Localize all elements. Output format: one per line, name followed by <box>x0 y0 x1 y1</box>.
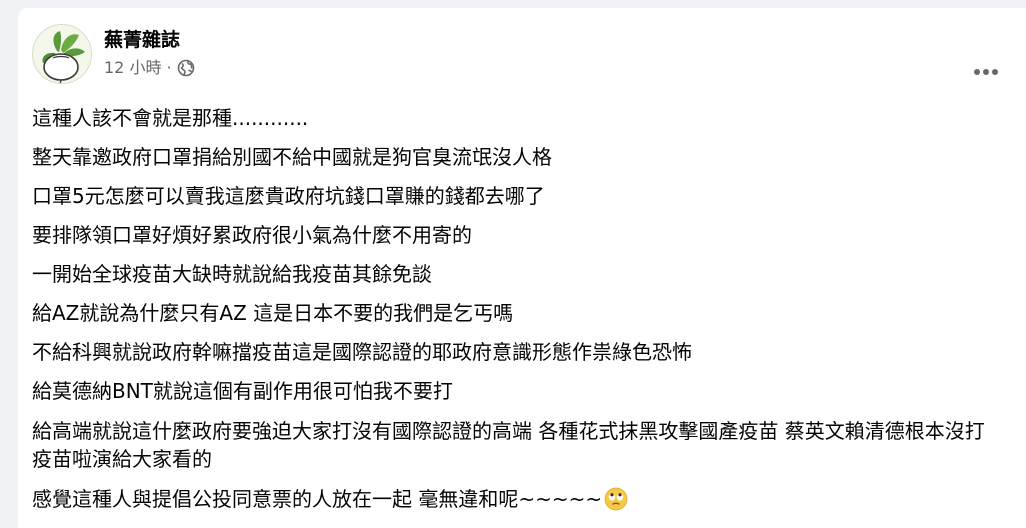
post-line: 口罩5元怎麼可以賣我這麼貴政府坑錢口罩賺的錢都去哪了 <box>32 184 545 208</box>
meta-separator: · <box>166 58 172 77</box>
post-line: 給高端就說這什麼政府要強迫大家打沒有國際認證的高端 各種花式抹黑攻擊國產疫苗 蔡… <box>32 419 985 471</box>
more-options-icon[interactable] <box>968 54 1004 90</box>
globe-icon[interactable] <box>177 59 195 77</box>
post-card: 蕪菁雜誌 12 小時 · 這種人該不會就是那種............ 整天靠邀… <box>18 8 1026 528</box>
post-line: 不給科興就說政府幹嘛擋疫苗這是國際認證的耶政府意識形態作祟綠色恐怖 <box>32 340 692 364</box>
post-header: 蕪菁雜誌 12 小時 · <box>32 24 1026 86</box>
eye-roll-emoji-icon <box>604 487 628 511</box>
page-avatar[interactable] <box>32 24 92 84</box>
post-line-last: 感覺這種人與提倡公投同意票的人放在一起 毫無違和呢~~~~~ <box>32 486 1002 512</box>
turnip-logo-icon <box>33 25 91 83</box>
post-line: 給AZ就說為什麼只有AZ 這是日本不要的我們是乞丐嗎 <box>32 301 514 325</box>
post-line-text: 感覺這種人與提倡公投同意票的人放在一起 毫無違和呢~~~~~ <box>32 487 603 511</box>
author-name[interactable]: 蕪菁雜誌 <box>104 28 180 52</box>
post-line: 一開始全球疫苗大缺時就說給我疫苗其餘免談 <box>32 262 432 286</box>
post-line: 這種人該不會就是那種............ <box>32 106 309 130</box>
post-body: 這種人該不會就是那種............ 整天靠邀政府口罩捐給別國不給中國就… <box>32 105 1002 525</box>
post-meta: 12 小時 · <box>104 58 195 78</box>
post-line: 要排隊領口罩好煩好累政府很小氣為什麼不用寄的 <box>32 223 472 247</box>
post-line: 整天靠邀政府口罩捐給別國不給中國就是狗官臭流氓沒人格 <box>32 145 552 169</box>
post-line: 給莫德納BNT就說這個有副作用很可怕我不要打 <box>32 379 453 403</box>
post-timestamp[interactable]: 12 小時 <box>104 58 161 78</box>
